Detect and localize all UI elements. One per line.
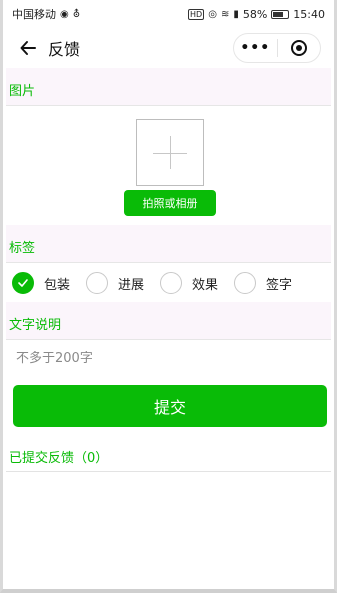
status-bar: 中国移动 ◉ ⛢ HD ◎ ≋ ▮ 58% 15:40: [6, 0, 331, 28]
signal-icon: ▮: [233, 8, 239, 20]
text-section-title: 文字说明: [9, 318, 62, 333]
add-photo-box[interactable]: [136, 119, 204, 186]
more-dots-icon: •••: [240, 40, 271, 56]
hd-badge: HD: [188, 8, 205, 20]
tags-section-header: 标签: [6, 225, 331, 263]
description-field: [6, 340, 331, 376]
more-button[interactable]: •••: [234, 34, 277, 62]
submit-button[interactable]: 提交: [13, 385, 327, 427]
tags-row: 包装 进展 效果 签字: [6, 264, 331, 302]
arrow-left-icon: [20, 41, 36, 55]
phone-frame: 中国移动 ◉ ⛢ HD ◎ ≋ ▮ 58% 15:40 反馈 ••• 图片 拍照…: [0, 0, 337, 593]
tag-label: 包装: [44, 277, 71, 293]
carrier-label: 中国移动: [12, 8, 56, 21]
photo-section-title: 图片: [9, 84, 36, 99]
tag-label: 进展: [118, 277, 145, 293]
battery-percent: 58%: [242, 7, 268, 21]
checkbox-checked[interactable]: [12, 272, 34, 294]
battery-icon: [271, 9, 290, 19]
tag-option-effect[interactable]: 效果: [160, 272, 218, 294]
tag-option-signature[interactable]: 签字: [234, 272, 292, 294]
checkbox-unchecked[interactable]: [160, 272, 183, 294]
check-icon: [18, 279, 28, 287]
clock: 15:40: [293, 7, 325, 21]
app-notification-icon: ⛢: [72, 8, 81, 20]
submitted-feedback-title: 已提交反馈（0）: [9, 451, 109, 466]
take-photo-button[interactable]: 拍照或相册: [124, 190, 216, 216]
close-miniprogram-button[interactable]: [278, 34, 321, 62]
target-icon: [290, 40, 307, 56]
description-input[interactable]: [16, 350, 331, 366]
notification-icon: ◉: [60, 8, 69, 20]
photo-area: 拍照或相册: [6, 107, 331, 227]
tag-option-progress[interactable]: 进展: [86, 272, 144, 294]
page-title: 反馈: [48, 40, 81, 59]
back-button[interactable]: [10, 28, 46, 68]
tag-label: 效果: [192, 277, 219, 293]
tag-label: 签字: [266, 277, 293, 293]
submitted-feedback-header: 已提交反馈（0）: [6, 442, 331, 472]
tag-option-packaging[interactable]: 包装: [12, 272, 70, 294]
photo-section-header: 图片: [6, 68, 331, 106]
checkbox-unchecked[interactable]: [234, 272, 257, 294]
text-section-header: 文字说明: [6, 302, 331, 340]
tags-section-title: 标签: [9, 241, 36, 256]
wifi-icon: ≋: [220, 8, 230, 20]
checkbox-unchecked[interactable]: [86, 272, 109, 294]
nav-bar: 反馈 •••: [6, 28, 331, 68]
eye-icon: ◎: [208, 8, 217, 20]
miniprogram-capsule: •••: [233, 33, 321, 63]
